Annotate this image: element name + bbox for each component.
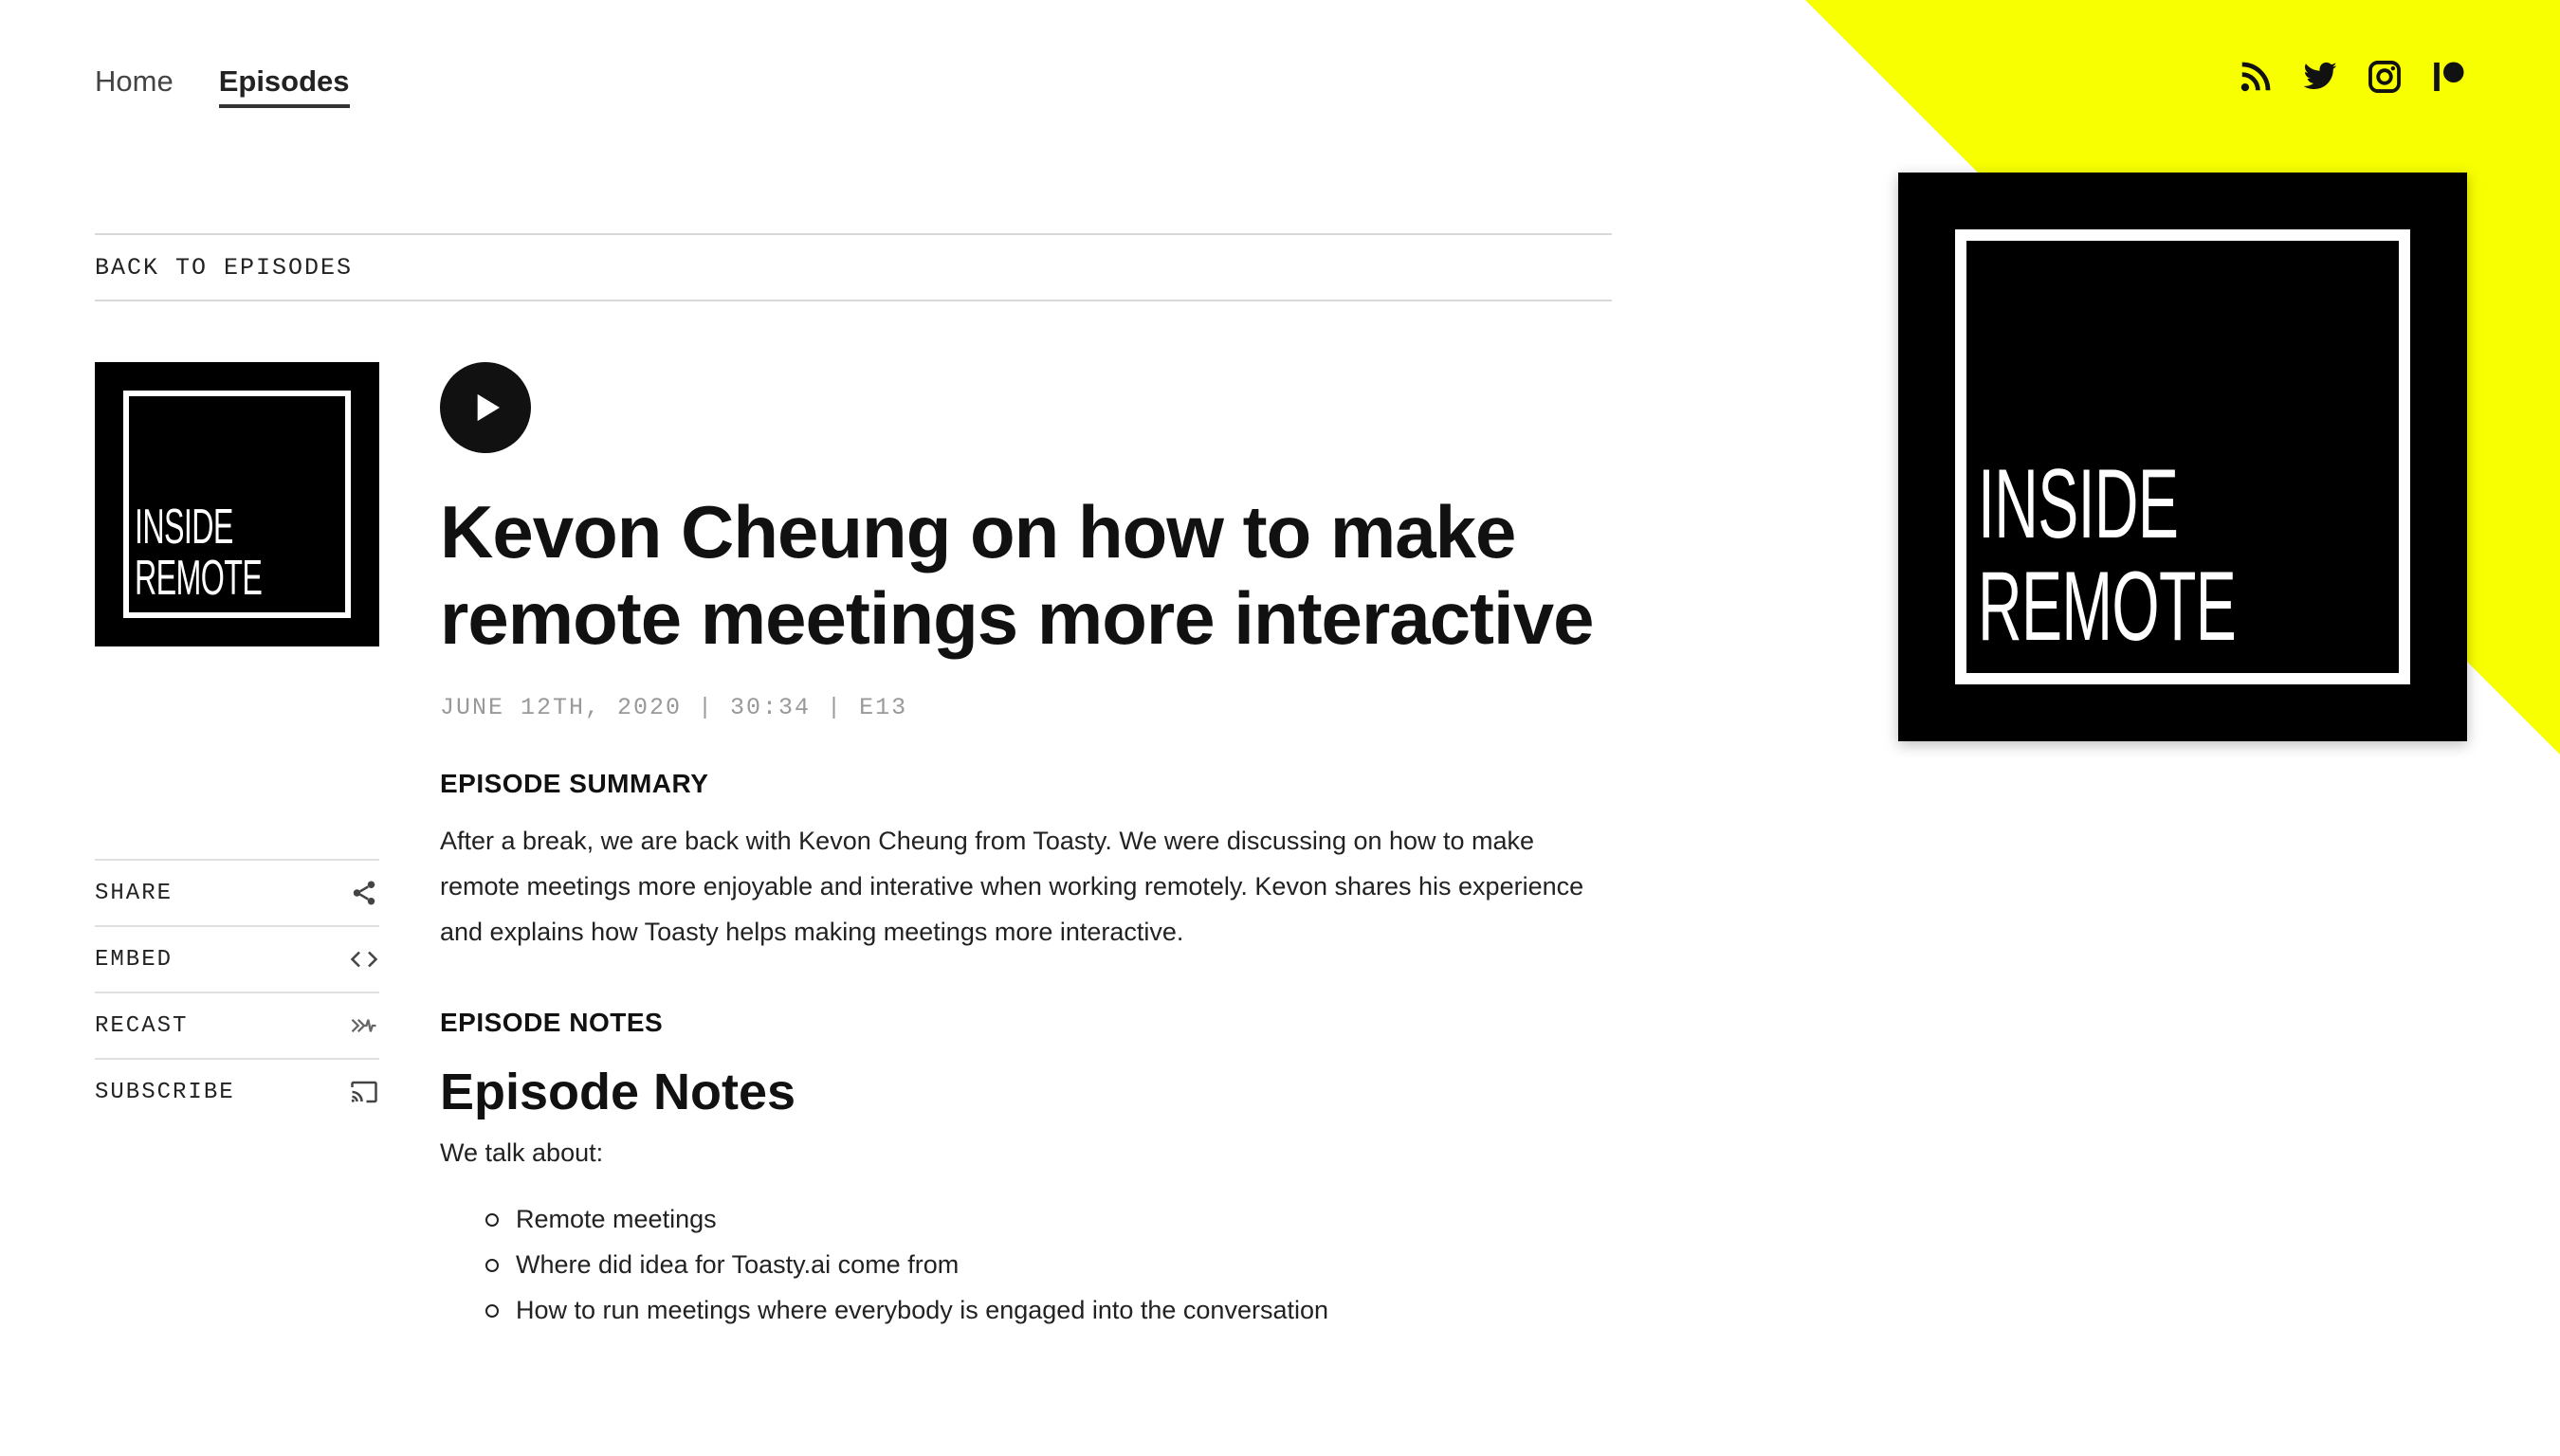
embed-label: EMBED [95,946,174,973]
back-to-episodes-link[interactable]: BACK TO EPISODES [95,254,353,282]
cover-text-line2: REMOTE [1978,552,2237,662]
patreon-icon[interactable] [2431,59,2467,95]
share-label: SHARE [95,880,174,906]
subscribe-action[interactable]: SUBSCRIBE [95,1058,379,1124]
episode-content: Kevon Cheung on how to make remote meeti… [440,362,1616,1333]
episode-summary: After a break, we are back with Kevon Ch… [440,827,1584,946]
cast-icon [349,1077,379,1107]
episode-page: Home Episodes BACK TO EPISODES INSIDE RE… [0,0,2560,1456]
twitter-icon[interactable] [2302,59,2338,95]
play-icon [477,393,500,422]
code-icon [349,944,379,974]
top-nav: Home Episodes [95,64,350,108]
embed-action[interactable]: EMBED [95,925,379,992]
social-links [2238,59,2467,95]
episode-actions: SHARE EMBED RECAST SUBSCRIBE [95,859,379,1124]
episode-cover-thumbnail: INSIDE REMOTE [95,362,379,646]
nav-episodes-link[interactable]: Episodes [218,64,350,108]
recast-icon [349,1010,379,1041]
back-bar: BACK TO EPISODES [95,233,1612,301]
notes-heading: EPISODE NOTES [440,1008,664,1037]
recast-label: RECAST [95,1012,189,1039]
nav-home-link[interactable]: Home [95,64,174,108]
notes-title: Episode Notes [440,1064,796,1120]
cover-text-line1: INSIDE [1978,449,2179,559]
notes-list: Remote meetings Where did idea for Toast… [440,1196,1616,1333]
list-item: How to run meetings where everybody is e… [485,1287,1616,1333]
recast-action[interactable]: RECAST [95,992,379,1058]
subscribe-label: SUBSCRIBE [95,1079,235,1105]
summary-heading: EPISODE SUMMARY [440,769,709,798]
episode-title: Kevon Cheung on how to make remote meeti… [440,490,1594,660]
podcast-cover-large: INSIDE REMOTE [1898,173,2467,741]
rss-icon[interactable] [2238,59,2274,95]
instagram-icon[interactable] [2367,59,2403,95]
play-button[interactable] [440,362,531,453]
list-item: Remote meetings [485,1196,1616,1242]
share-icon [349,878,379,908]
cover-text-line2: REMOTE [135,551,263,606]
share-action[interactable]: SHARE [95,859,379,925]
list-item: Where did idea for Toasty.ai come from [485,1242,1616,1287]
notes-intro: We talk about: [440,1138,604,1167]
episode-meta: JUNE 12TH, 2020 | 30:34 | E13 [440,694,908,721]
cover-text-line1: INSIDE [135,500,233,555]
